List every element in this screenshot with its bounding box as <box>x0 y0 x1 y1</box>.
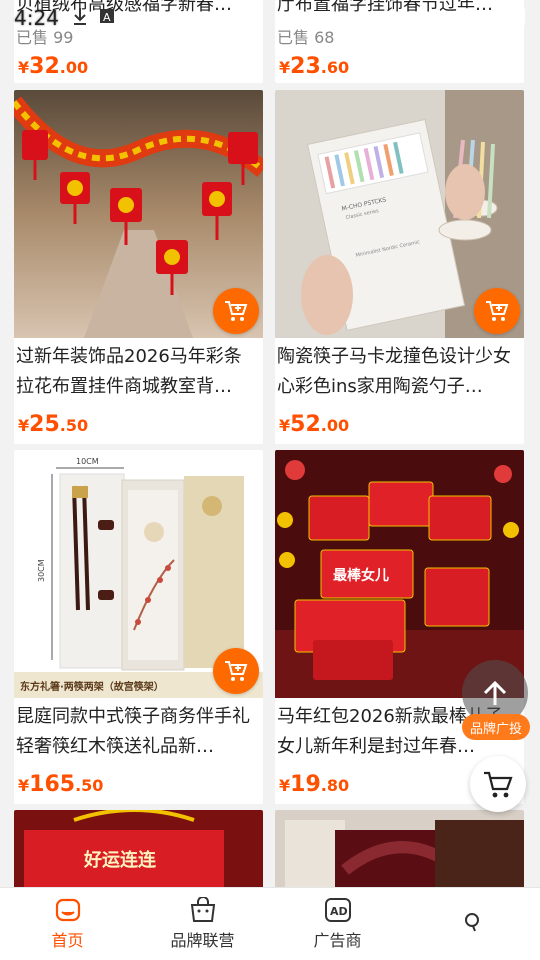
add-to-cart-button[interactable] <box>213 288 259 334</box>
product-card[interactable] <box>275 810 524 888</box>
product-card[interactable]: 好运连连 <box>14 810 263 888</box>
product-feed[interactable]: 贝植绒布高级感福字新春… 已售 99 ¥32.00 厅布置福字挂饰春节过年… 已… <box>0 0 540 888</box>
wifi-icon <box>454 7 476 29</box>
bag-icon <box>190 897 215 922</box>
product-card[interactable]: 10CM 30CM 东方礼箸·两筷两架（故宫筷架） 昆庭同款中式筷子商务伴手礼轻… <box>14 450 263 804</box>
svg-text:30CM: 30CM <box>37 559 46 582</box>
add-to-cart-button[interactable] <box>474 288 520 334</box>
product-price: ¥23.60 <box>279 54 350 79</box>
nav-label: 广告商 <box>313 931 362 950</box>
product-card[interactable]: 过新年装饰品2026马年彩条拉花布置挂件商城教室背… ¥25.50 <box>14 90 263 444</box>
product-price: ¥165.50 <box>18 772 104 797</box>
arrow-up-icon <box>483 680 507 705</box>
cart-plus-icon <box>486 301 509 321</box>
nav-item-search[interactable] <box>405 888 540 960</box>
product-price: ¥32.00 <box>18 54 89 79</box>
product-image: 好运连连 <box>14 810 263 888</box>
home-icon <box>55 898 80 922</box>
brand-ad-badge[interactable]: 品牌广投 <box>462 714 530 740</box>
product-title: 昆庭同款中式筷子商务伴手礼轻奢筷红木筷送礼品新… <box>16 706 250 757</box>
product-card[interactable]: M-CHO PSTCKS Classic series Minimalist N… <box>275 90 524 444</box>
ad-icon: AD <box>324 898 351 922</box>
svg-text:最棒女儿: 最棒女儿 <box>333 567 389 584</box>
product-price: ¥52.00 <box>279 412 350 437</box>
svg-text:东方礼箸·两筷两架（故宫筷架）: 东方礼箸·两筷两架（故宫筷架） <box>20 680 164 693</box>
product-price: ¥25.50 <box>18 412 89 437</box>
status-bar: 4:24 A <box>0 0 540 36</box>
product-title: 过新年装饰品2026马年彩条拉花布置挂件商城教室背… <box>16 346 242 397</box>
svg-text:A: A <box>103 11 111 24</box>
a-icon: A <box>99 8 115 28</box>
nav-item-brand[interactable]: 品牌联营 <box>135 888 270 960</box>
product-title: 陶瓷筷子马卡龙撞色设计少女心彩色ins家用陶瓷勺子… <box>277 346 511 397</box>
nav-item-advertiser[interactable]: AD 广告商 <box>270 888 405 960</box>
svg-text:AD: AD <box>330 905 348 918</box>
cart-plus-icon <box>225 661 248 681</box>
bottom-nav: 首页 品牌联营 AD 广告商 <box>0 887 540 960</box>
product-card[interactable]: 最棒女儿 马年红包2026新款最棒儿子女儿新年利是封过年春… ¥19.80 <box>275 450 524 804</box>
cart-plus-icon <box>225 301 248 321</box>
cart-icon <box>484 771 513 798</box>
svg-text:10CM: 10CM <box>76 457 99 466</box>
search-icon <box>464 913 479 932</box>
battery-icon <box>514 6 526 30</box>
add-to-cart-button[interactable] <box>213 648 259 694</box>
download-icon <box>71 6 89 30</box>
nav-label: 品牌联营 <box>170 931 235 950</box>
product-image <box>275 810 524 888</box>
nav-item-home[interactable]: 首页 <box>0 888 135 960</box>
status-time: 4:24 <box>14 6 59 30</box>
signal-icon <box>486 7 504 29</box>
svg-text:好运连连: 好运连连 <box>83 849 157 871</box>
nav-label: 首页 <box>51 931 84 950</box>
floating-cart-button[interactable] <box>470 756 526 812</box>
product-price: ¥19.80 <box>279 772 350 797</box>
